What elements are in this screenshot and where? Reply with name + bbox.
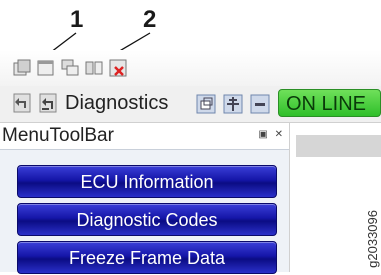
window-tile-icon[interactable] bbox=[84, 58, 104, 78]
callout-1: 1 bbox=[70, 6, 84, 33]
window-new-icon[interactable] bbox=[36, 58, 56, 78]
restore-view-icon[interactable] bbox=[196, 94, 216, 114]
window-restore-icon[interactable] bbox=[12, 58, 32, 78]
back-all-icon[interactable] bbox=[38, 93, 58, 113]
window-cascade-icon[interactable] bbox=[60, 58, 80, 78]
freeze-frame-data-button[interactable]: Freeze Frame Data bbox=[17, 241, 277, 274]
panel-title: MenuToolBar bbox=[2, 125, 114, 146]
figure-id: g2033096 bbox=[365, 210, 380, 268]
diagnostic-codes-button[interactable]: Diagnostic Codes bbox=[17, 203, 277, 236]
diagnostics-toolbar: Diagnostics ON LINE bbox=[0, 86, 381, 123]
back-icon[interactable] bbox=[12, 93, 32, 113]
pin-icon[interactable] bbox=[223, 94, 243, 114]
ecu-information-button[interactable]: ECU Information bbox=[17, 165, 277, 198]
close-icon[interactable]: ✕ bbox=[275, 129, 285, 140]
dock-icon[interactable]: ▣ bbox=[258, 129, 269, 140]
workspace-tab-strip bbox=[296, 135, 381, 157]
panel-controls[interactable]: ▣ ✕ bbox=[258, 129, 285, 140]
callout-2: 2 bbox=[143, 6, 157, 33]
panel-header: MenuToolBar ▣ ✕ bbox=[0, 123, 289, 150]
workspace-area: g2033096 bbox=[289, 123, 381, 272]
menu-toolbar-panel: MenuToolBar ▣ ✕ ECU Information Diagnost… bbox=[0, 123, 289, 274]
online-status-badge: ON LINE bbox=[278, 89, 381, 117]
close-windows-icon[interactable] bbox=[108, 58, 128, 78]
window-toolbar bbox=[0, 50, 381, 86]
minimize-icon[interactable] bbox=[250, 94, 270, 114]
diagnostics-title: Diagnostics bbox=[65, 92, 169, 114]
